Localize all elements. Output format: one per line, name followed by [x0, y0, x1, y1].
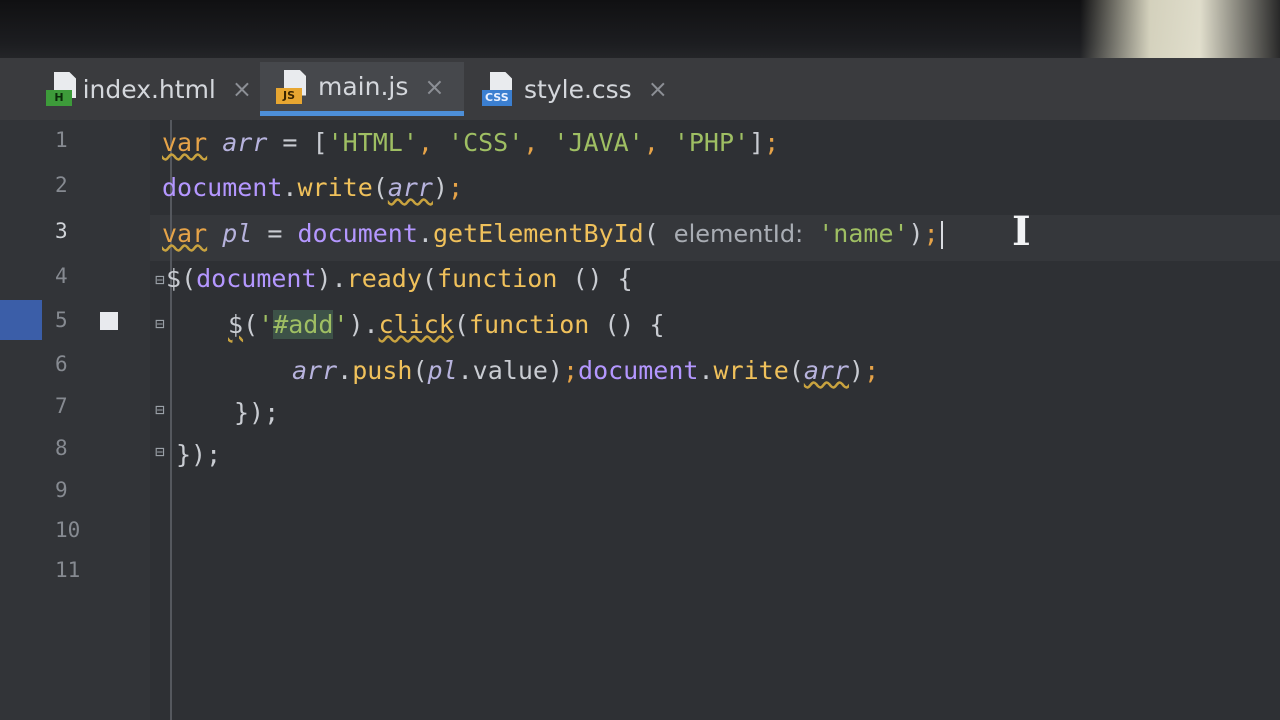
editor-tab-bar: H index.html × JS main.js × CSS style.cs… — [0, 58, 1280, 121]
tab-main-js[interactable]: JS main.js × — [260, 62, 464, 116]
fold-close-icon[interactable]: ⊟ — [150, 400, 170, 420]
close-icon[interactable]: × — [648, 75, 668, 103]
code-line-1[interactable]: var arr = ['HTML', 'CSS', 'JAVA', 'PHP']… — [162, 128, 779, 157]
line-number: 2 — [55, 173, 68, 197]
line-number: 6 — [55, 352, 68, 376]
line-number: 1 — [55, 128, 68, 152]
tab-label: main.js — [318, 72, 409, 101]
line-number: 10 — [55, 518, 81, 542]
line-number: 4 — [55, 264, 68, 288]
css-file-icon: CSS — [482, 72, 516, 106]
mouse-text-cursor-icon: I — [1012, 208, 1031, 255]
code-line-7[interactable]: }); — [234, 398, 279, 427]
js-file-icon: JS — [276, 69, 310, 104]
tab-label: style.css — [524, 74, 632, 104]
code-line-3[interactable]: var pl = document.getElementById( elemen… — [162, 219, 943, 249]
gutter-divider — [170, 120, 172, 720]
line-number: 7 — [55, 394, 68, 418]
line-number: 8 — [55, 436, 68, 460]
close-icon[interactable]: × — [424, 73, 444, 101]
code-line-4[interactable]: $(document).ready(function () { — [166, 264, 633, 293]
line-number: 3 — [55, 219, 68, 243]
line-number: 11 — [55, 558, 81, 582]
html-file-icon: H — [46, 72, 76, 106]
code-editor[interactable]: 1 2 3 4 5 6 7 8 9 10 11 ⊟ ⊟ ⊟ ⊟ var arr … — [0, 120, 1280, 720]
side-panel-marker — [0, 300, 42, 340]
tab-style-css[interactable]: CSS style.css × — [478, 62, 692, 116]
line-number: 9 — [55, 478, 68, 502]
code-line-8[interactable]: }); — [176, 440, 221, 469]
line-number: 5 — [55, 308, 68, 332]
code-line-6[interactable]: arr.push(pl.value);document.write(arr); — [292, 356, 879, 385]
tab-index-html[interactable]: H index.html × — [42, 62, 252, 116]
bookmark-icon[interactable] — [100, 312, 118, 330]
close-icon[interactable]: × — [232, 75, 252, 103]
text-caret — [940, 221, 943, 249]
fold-close-icon[interactable]: ⊟ — [150, 442, 170, 462]
parameter-hint: elementId: — [673, 220, 804, 248]
tab-label: index.html — [82, 74, 216, 104]
code-line-5[interactable]: $('#add').click(function () { — [228, 310, 665, 339]
line-number-gutter — [0, 120, 150, 720]
fold-open-icon[interactable]: ⊟ — [150, 314, 170, 334]
code-line-2[interactable]: document.write(arr); — [162, 173, 463, 202]
